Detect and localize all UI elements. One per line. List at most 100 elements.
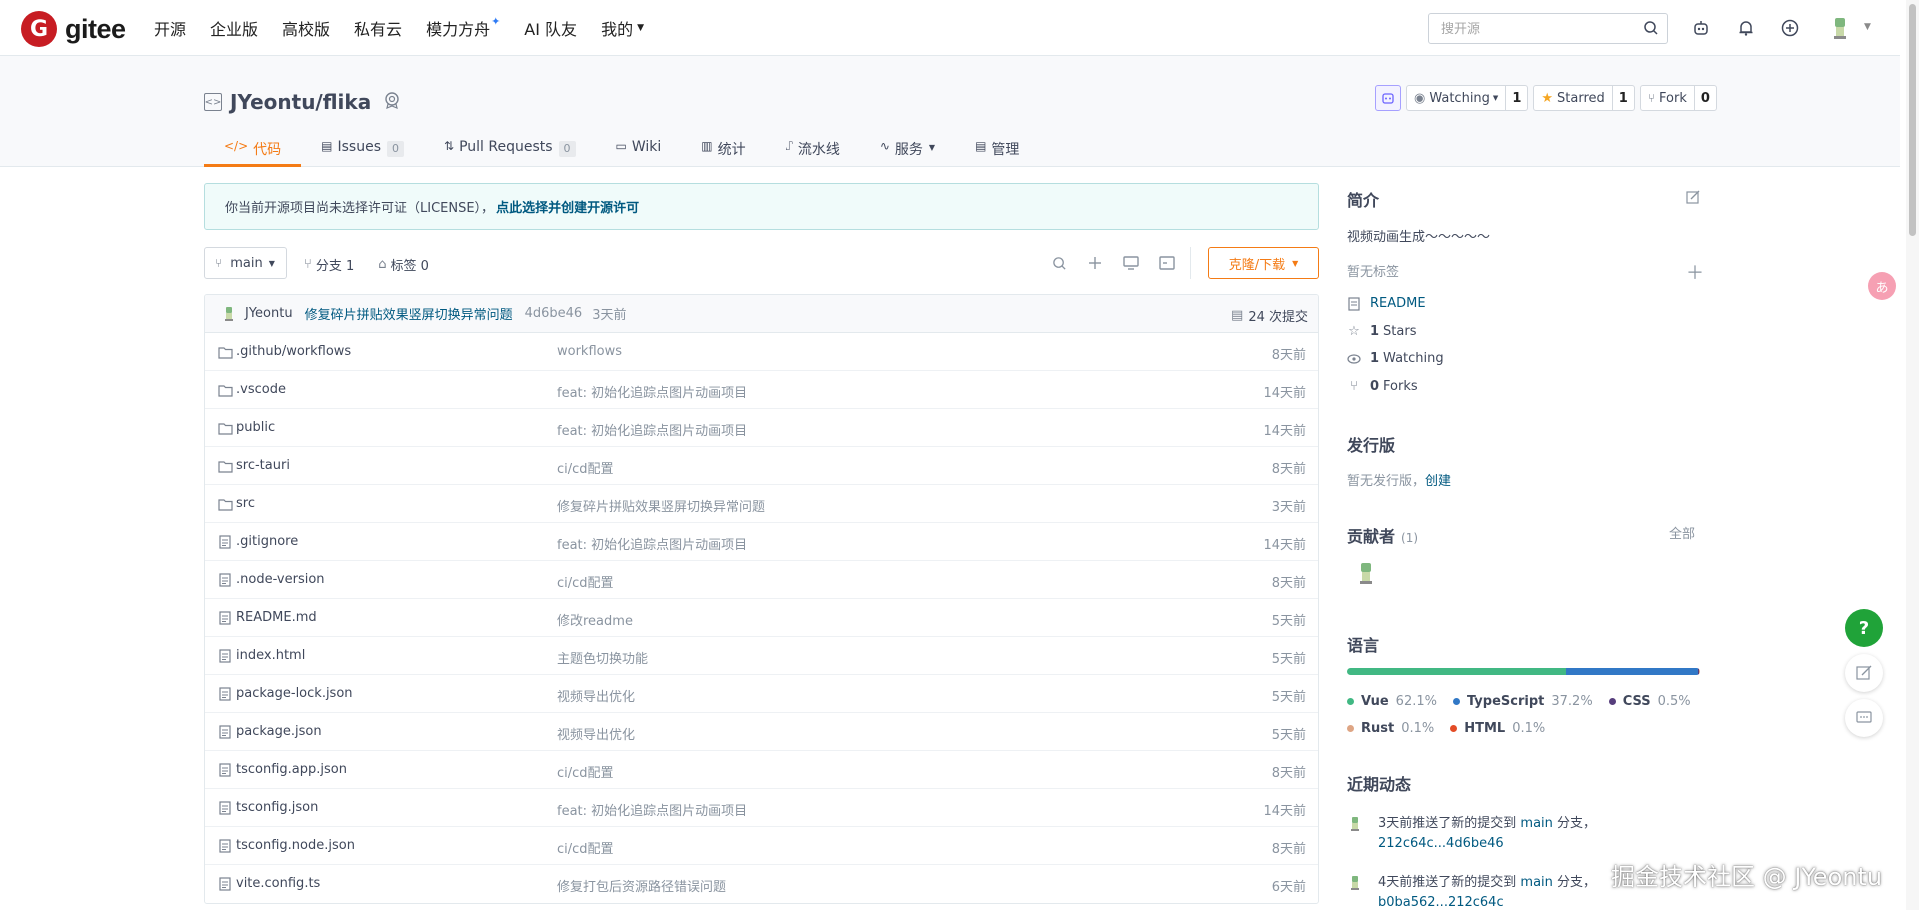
nav-item-opensource[interactable]: 开源 xyxy=(154,16,186,40)
file-name[interactable]: src-tauri xyxy=(236,458,290,473)
tab-wiki[interactable]: ▭ Wiki xyxy=(596,131,682,167)
table-row[interactable]: .github/workflows workflows 8天前 xyxy=(205,333,1318,371)
table-row[interactable]: package-lock.json 视频导出优化 5天前 xyxy=(205,675,1318,713)
commit-message[interactable]: 修复碎片拼贴效果竖屏切换异常问题 xyxy=(305,304,513,323)
file-name[interactable]: .github/workflows xyxy=(236,344,351,359)
forks-stat[interactable]: ⑂ 0 Forks xyxy=(1347,379,1418,394)
file-name[interactable]: package.json xyxy=(236,724,322,739)
commit-author[interactable]: JYeontu xyxy=(245,306,293,321)
file-commit-message[interactable]: ci/cd配置 xyxy=(557,838,614,857)
plus-circle-icon[interactable] xyxy=(1779,17,1801,39)
chat-button[interactable] xyxy=(1845,699,1883,737)
tab-pipeline[interactable]: ⑀ 流水线 xyxy=(766,131,860,167)
watch-count[interactable]: 1 xyxy=(1505,86,1527,110)
release-create-link[interactable]: 创建 xyxy=(1425,474,1451,489)
file-commit-message[interactable]: workflows xyxy=(557,344,622,359)
language-item[interactable]: Rust 0.1% xyxy=(1347,721,1434,736)
file-commit-message[interactable]: feat: 初始化追踪点图片动画项目 xyxy=(557,800,747,819)
commit-sha[interactable]: 4d6be46 xyxy=(525,306,583,321)
table-row[interactable]: public feat: 初始化追踪点图片动画项目 14天前 xyxy=(205,409,1318,447)
file-commit-message[interactable]: 修复打包后资源路径错误问题 xyxy=(557,876,726,895)
table-row[interactable]: package.json 视频导出优化 5天前 xyxy=(205,713,1318,751)
table-row[interactable]: .node-version ci/cd配置 8天前 xyxy=(205,561,1318,599)
file-name[interactable]: index.html xyxy=(236,648,305,663)
clone-download-button[interactable]: 克隆/下载 ▼ xyxy=(1208,247,1319,279)
file-commit-message[interactable]: 视频导出优化 xyxy=(557,686,635,705)
file-name[interactable]: .node-version xyxy=(236,572,325,587)
activity-range-link[interactable]: b0ba562...212c64c xyxy=(1378,895,1504,910)
nav-item-private-cloud[interactable]: 私有云 xyxy=(354,16,402,40)
star-button[interactable]: ★ Starred 1 xyxy=(1533,85,1635,111)
language-item[interactable]: Vue 62.1% xyxy=(1347,694,1437,709)
contributors-all-link[interactable]: 全部 xyxy=(1669,523,1695,542)
file-commit-message[interactable]: 修改readme xyxy=(557,610,633,629)
chevron-down-icon[interactable]: ▼ xyxy=(1864,22,1871,32)
file-name[interactable]: package-lock.json xyxy=(236,686,353,701)
file-name[interactable]: tsconfig.app.json xyxy=(236,762,347,777)
scrollbar-thumb[interactable] xyxy=(1909,4,1916,236)
commit-count-link[interactable]: ▤ 24 次提交 xyxy=(1231,306,1308,325)
search-input[interactable] xyxy=(1441,21,1631,36)
license-create-link[interactable]: 点此选择并创建开源许可 xyxy=(496,197,639,216)
table-row[interactable]: tsconfig.app.json ci/cd配置 8天前 xyxy=(205,751,1318,789)
table-row[interactable]: index.html 主题色切换功能 5天前 xyxy=(205,637,1318,675)
file-name[interactable]: vite.config.ts xyxy=(236,876,320,891)
file-commit-message[interactable]: 修复碎片拼贴效果竖屏切换异常问题 xyxy=(557,496,765,515)
translate-button[interactable]: あ xyxy=(1868,272,1896,300)
file-name[interactable]: tsconfig.json xyxy=(236,800,318,815)
language-item[interactable]: TypeScript 37.2% xyxy=(1452,694,1593,709)
avatar[interactable] xyxy=(1347,816,1363,832)
watching-stat[interactable]: 1 Watching xyxy=(1347,351,1444,366)
repo-name[interactable]: JYeontu/flika xyxy=(230,90,371,114)
nav-item-ai[interactable]: AI 队友 xyxy=(524,16,577,40)
nav-item-moli[interactable]: 模力方舟 ✦ xyxy=(426,15,500,40)
watch-button[interactable]: ◉ Watching ▼ 1 xyxy=(1406,85,1529,111)
tab-code[interactable]: </> 代码 xyxy=(204,131,302,167)
nav-item-education[interactable]: 高校版 xyxy=(282,16,330,40)
file-commit-message[interactable]: feat: 初始化追踪点图片动画项目 xyxy=(557,382,747,401)
table-row[interactable]: src 修复碎片拼贴效果竖屏切换异常问题 3天前 xyxy=(205,485,1318,523)
activity-range-link[interactable]: 212c64c...4d6be46 xyxy=(1378,836,1504,851)
bell-icon[interactable] xyxy=(1735,17,1757,39)
table-row[interactable]: src-tauri ci/cd配置 8天前 xyxy=(205,447,1318,485)
table-row[interactable]: tsconfig.json feat: 初始化追踪点图片动画项目 14天前 xyxy=(205,789,1318,827)
file-commit-message[interactable]: 主题色切换功能 xyxy=(557,648,648,667)
file-name[interactable]: tsconfig.node.json xyxy=(236,838,355,853)
file-commit-message[interactable]: feat: 初始化追踪点图片动画项目 xyxy=(557,534,747,553)
table-row[interactable]: .vscode feat: 初始化追踪点图片动画项目 14天前 xyxy=(205,371,1318,409)
file-commit-message[interactable]: ci/cd配置 xyxy=(557,572,614,591)
activity-branch-link[interactable]: main xyxy=(1520,816,1552,831)
nav-item-enterprise[interactable]: 企业版 xyxy=(210,16,258,40)
user-avatar[interactable] xyxy=(1827,15,1853,41)
add-tag-icon[interactable]: ＋ xyxy=(1686,259,1704,285)
table-row[interactable]: vite.config.ts 修复打包后资源路径错误问题 6天前 xyxy=(205,865,1318,903)
fork-count[interactable]: 0 xyxy=(1693,86,1716,110)
file-commit-message[interactable]: 视频导出优化 xyxy=(557,724,635,743)
avatar[interactable] xyxy=(221,306,237,322)
file-commit-message[interactable]: feat: 初始化追踪点图片动画项目 xyxy=(557,420,747,439)
tab-services[interactable]: ∿ 服务 ▼ xyxy=(860,131,955,167)
language-item[interactable]: CSS 0.5% xyxy=(1608,694,1691,709)
robot-icon[interactable] xyxy=(1690,17,1712,39)
fork-button[interactable]: ⑂ Fork 0 xyxy=(1639,85,1717,111)
contributor-avatar[interactable] xyxy=(1355,561,1377,587)
activity-branch-link[interactable]: main xyxy=(1520,875,1552,890)
page-scrollbar[interactable] xyxy=(1906,0,1919,910)
language-item[interactable]: HTML 0.1% xyxy=(1450,721,1545,736)
gitee-logo[interactable]: G gitee xyxy=(21,11,126,47)
file-commit-message[interactable]: ci/cd配置 xyxy=(557,762,614,781)
badge-icon[interactable] xyxy=(383,91,401,113)
branch-select[interactable]: ⑂ main ▼ xyxy=(204,247,287,279)
webide-icon[interactable] xyxy=(1121,253,1141,273)
search-icon[interactable] xyxy=(1049,253,1069,273)
file-commit-message[interactable]: ci/cd配置 xyxy=(557,458,614,477)
stars-stat[interactable]: ☆ 1 Stars xyxy=(1347,324,1416,339)
star-count[interactable]: 1 xyxy=(1611,86,1634,110)
nav-item-mine[interactable]: 我的 ▼ xyxy=(601,16,644,40)
repo-ai-button[interactable] xyxy=(1375,85,1401,111)
tags-link[interactable]: ⌂ 标签 0 xyxy=(378,255,441,274)
help-button[interactable]: ? xyxy=(1845,609,1883,647)
file-name[interactable]: .gitignore xyxy=(236,534,298,549)
search-icon[interactable] xyxy=(1643,20,1659,40)
tab-stats[interactable]: ▥ 统计 xyxy=(681,131,765,167)
